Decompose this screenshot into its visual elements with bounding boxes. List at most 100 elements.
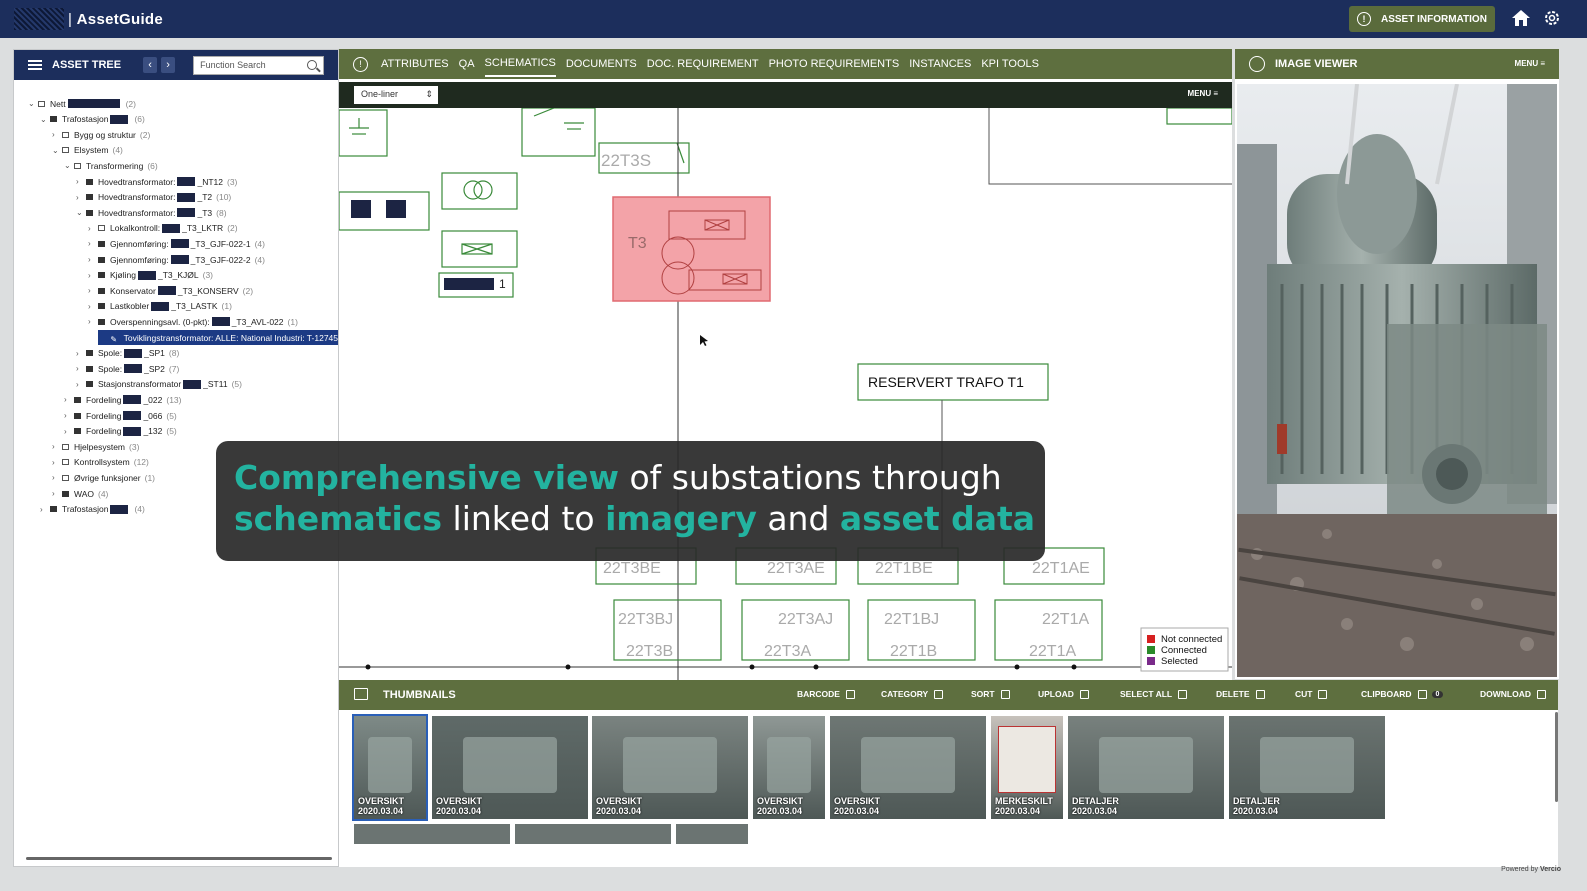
tree-item[interactable]: ⌄ Hovedtransformator: _T3 (8) [76,205,227,220]
tab-kpi-tools[interactable]: KPI TOOLS [981,52,1039,76]
upload-button[interactable]: UPLOAD [1038,689,1089,699]
chevron-right-icon[interactable]: › [52,130,62,139]
chevron-right-icon[interactable]: › [88,224,98,233]
tree-item[interactable]: ⌄ Nett (2) [28,96,136,111]
tree-item[interactable]: › Spole: _SP2 (7) [76,361,179,376]
chevron-right-icon[interactable]: › [76,193,86,202]
search-icon[interactable] [307,59,318,70]
cut-button[interactable]: CUT [1295,689,1328,699]
tree-item[interactable]: › Kjøling _T3_KJØL (3) [88,268,213,283]
select-all-button[interactable]: SELECT ALL [1120,689,1188,699]
thumbnail-image[interactable]: OVERSIKT 2020.03.04 [830,716,986,819]
thumbnail-image[interactable]: MERKESKILT 2020.03.04 [991,716,1063,819]
thumbnail-image[interactable]: OVERSIKT 2020.03.04 [753,716,825,819]
asset-information-button[interactable]: ! ASSET INFORMATION [1349,6,1495,32]
tab-schematics[interactable]: SCHEMATICS [484,51,556,77]
clipboard-button[interactable]: CLIPBOARD 0 [1361,689,1444,699]
chevron-right-icon[interactable]: › [76,364,86,373]
tree-item[interactable]: ⌄ Trafostasjon (6) [40,112,145,127]
chevron-right-icon[interactable]: › [52,442,62,451]
schematic-canvas[interactable]: 1 22T3S T3 RESERVERT TRAFO T1 22T3BE 22T… [339,108,1232,728]
function-search-input[interactable]: Function Search [193,55,325,75]
tree-item[interactable]: › Bygg og struktur (2) [52,127,150,142]
chevron-right-icon[interactable]: › [52,473,62,482]
tree-item[interactable]: › Hjelpesystem (3) [52,439,139,454]
tab-qa[interactable]: QA [459,52,475,76]
chevron-right-icon[interactable]: › [88,286,98,295]
thumbnail-image[interactable]: OVERSIKT 2020.03.04 [592,716,748,819]
thumbnail-image[interactable] [354,824,510,844]
thumbnails-scrollbar[interactable] [1555,712,1558,802]
tree-item[interactable]: › Fordeling _132 (5) [64,424,177,439]
tab-attributes[interactable]: ATTRIBUTES [381,52,449,76]
tree-item[interactable]: › Hovedtransformator: _NT12 (3) [76,174,237,189]
nav-back-button[interactable]: ‹ [143,57,158,73]
thumbnail-image[interactable] [676,824,748,844]
tree-item[interactable]: › Overspenningsavl. (0-pkt): _T3_AVL-022 (1… [88,314,298,329]
tab-photo-requirements[interactable]: PHOTO REQUIREMENTS [769,52,900,76]
chevron-right-icon[interactable]: › [76,380,86,389]
chevron-right-icon[interactable]: › [88,271,98,280]
delete-button[interactable]: DELETE [1216,689,1265,699]
thumbnail-image[interactable]: OVERSIKT 2020.03.04 [352,714,428,821]
folder-icon [62,131,69,138]
chevron-right-icon[interactable]: › [64,427,74,436]
chevron-down-icon[interactable]: ⌄ [40,115,50,124]
download-button[interactable]: DOWNLOAD [1480,689,1546,699]
home-icon[interactable] [1511,9,1531,27]
chevron-right-icon[interactable]: › [52,458,62,467]
tree-item[interactable]: › Kontrollsystem (12) [52,455,149,470]
tree-item[interactable]: › Konservator _T3_KONSERV (2) [88,283,253,298]
chevron-right-icon[interactable]: › [88,255,98,264]
thumbnail-image[interactable]: DETALJER 2020.03.04 [1068,716,1224,819]
tree-item[interactable]: ⌄ Transformering (6) [64,158,158,173]
schematic-diagram[interactable]: 1 22T3S T3 RESERVERT TRAFO T1 22T3BE 22T… [339,108,1232,680]
nav-forward-button[interactable]: › [161,57,176,73]
thumbnail-image[interactable]: OVERSIKT 2020.03.04 [432,716,588,819]
tree-item[interactable]: ⌄ Elsystem (4) [52,143,123,158]
schematic-menu-button[interactable]: MENU ≡ [1188,89,1218,98]
horizontal-scrollbar[interactable] [26,857,332,860]
toolbar-button-label: DOWNLOAD [1480,689,1531,699]
tree-item[interactable]: › Gjennomføring: _T3_GJF-022-2 (4) [88,252,265,267]
barcode-button[interactable]: BARCODE [797,689,855,699]
tree-item[interactable]: › Lastkobler _T3_LASTK (1) [88,299,232,314]
image-viewer-menu-button[interactable]: MENU ≡ [1515,59,1545,68]
chevron-right-icon[interactable]: › [88,302,98,311]
app-root: | AssetGuide ! ASSET INFORMATION ASSET T… [0,0,1587,891]
chevron-down-icon[interactable]: ⌄ [64,161,74,170]
chevron-down-icon[interactable]: ⌄ [52,146,62,155]
gear-icon[interactable] [1543,9,1561,27]
tree-item[interactable]: › Fordeling _066 (5) [64,408,177,423]
tree-item[interactable]: › Trafostasjon (4) [40,502,145,517]
chevron-right-icon[interactable]: › [76,349,86,358]
chevron-right-icon[interactable]: › [64,411,74,420]
thumbnail-image[interactable]: DETALJER 2020.03.04 [1229,716,1385,819]
tree-item[interactable]: › Spole: _SP1 (8) [76,346,179,361]
sort-button[interactable]: SORT [971,689,1010,699]
chevron-down-icon[interactable]: ⌄ [28,99,38,108]
transformer-photo[interactable] [1237,84,1557,677]
tree-item[interactable]: › Gjennomføring: _T3_GJF-022-1 (4) [88,236,265,251]
tree-item[interactable]: › WAO (4) [52,486,108,501]
chevron-right-icon[interactable]: › [88,239,98,248]
tree-item[interactable]: › Stasjonstransformator _ST11 (5) [76,377,242,392]
thumbnail-image[interactable] [515,824,671,844]
tab-doc-requirement[interactable]: DOC. REQUIREMENT [647,52,759,76]
hamburger-menu-icon[interactable] [28,60,42,70]
chevron-right-icon[interactable]: › [76,177,86,186]
chevron-right-icon[interactable]: › [88,317,98,326]
tab-documents[interactable]: DOCUMENTS [566,52,637,76]
schematic-view-select[interactable]: One-liner [354,86,438,104]
chevron-down-icon[interactable]: ⌄ [76,208,86,217]
category-button[interactable]: CATEGORY [881,689,944,699]
tree-item[interactable]: › Fordeling _022 (13) [64,392,181,407]
chevron-right-icon[interactable]: › [40,505,50,514]
chevron-right-icon[interactable]: › [64,395,74,404]
tree-item[interactable]: ✎ Toviklingstransformator: ALLE: National… [98,330,338,345]
tree-item[interactable]: › Øvrige funksjoner (1) [52,470,155,485]
tab-instances[interactable]: INSTANCES [909,52,971,76]
tree-item[interactable]: › Lokalkontroll: _T3_LKTR (2) [88,221,238,236]
chevron-right-icon[interactable]: › [52,489,62,498]
tree-item[interactable]: › Hovedtransformator: _T2 (10) [76,190,231,205]
